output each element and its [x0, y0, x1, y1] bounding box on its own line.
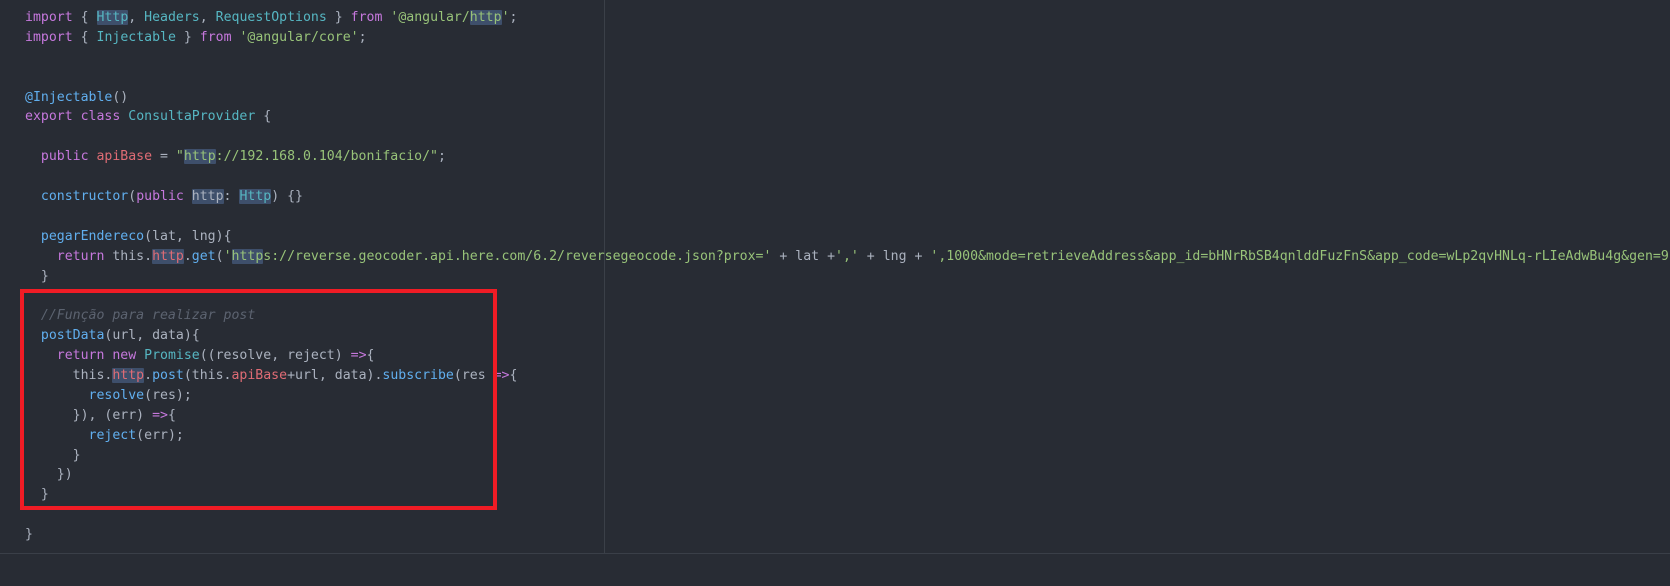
code-line[interactable]: } [0, 267, 1670, 287]
code-line[interactable]: return this.http.get('https://reverse.ge… [0, 247, 1670, 267]
token-url-arg: url [295, 368, 319, 384]
token-err-arg: err [144, 427, 168, 443]
code-line[interactable]: @Injectable() [0, 88, 1670, 108]
code-line[interactable]: }) [0, 465, 1670, 485]
code-line[interactable]: } [0, 485, 1670, 505]
token-export: export [25, 109, 73, 125]
token-pegar-endereco: pegarEndereco [40, 228, 145, 244]
token-this: this. [191, 368, 232, 384]
token-class-name: ConsultaProvider [128, 109, 256, 125]
token-new: new [112, 348, 137, 364]
code-line-blank[interactable] [0, 127, 1670, 147]
token-headers-type: Headers [144, 10, 200, 25]
token-lat-arg: lat [795, 248, 820, 264]
editor-bottom-divider [0, 553, 1670, 554]
token-this: this. [72, 368, 113, 384]
token-module-angular-http: '@angular/ [390, 10, 470, 25]
code-line[interactable]: reject(err); [0, 426, 1670, 446]
token-reject-call: reject [88, 427, 137, 443]
code-line[interactable]: } [0, 446, 1670, 466]
token-public: public [136, 189, 184, 205]
code-line[interactable]: return new Promise((resolve, reject) =>{ [0, 346, 1670, 366]
token-err-param: err [112, 407, 137, 423]
token-injectable-type: Injectable [96, 29, 176, 45]
token-post-data-method: postData [40, 328, 105, 344]
token-lng-arg: lng [882, 248, 907, 264]
token-res-arg: res [152, 387, 176, 403]
token-apibase-value: ://192.168.0.104/bonifacio/" [215, 149, 438, 165]
token-module-angular-core: '@angular/core' [239, 29, 359, 45]
token-arrow: => [350, 348, 367, 364]
token-http-type: Http [96, 10, 129, 25]
token-constructor: constructor [40, 189, 129, 205]
code-line[interactable]: import { Http, Headers, RequestOptions }… [0, 8, 1670, 28]
token-res-param: res [461, 368, 486, 384]
code-line[interactable]: } [0, 525, 1670, 545]
code-line[interactable]: resolve(res); [0, 386, 1670, 406]
token-public: public [40, 149, 89, 165]
token-lat-param: lat [152, 228, 176, 244]
token-arrow: => [152, 407, 168, 423]
token-request-options-type: RequestOptions [215, 10, 327, 25]
code-line-blank[interactable] [0, 286, 1670, 306]
token-geocoder-query-tail: ',1000&mode=retrieveAddress&app_id=bHNrR… [930, 248, 1670, 264]
token-data-arg: data [334, 368, 367, 384]
code-line[interactable]: //Função para realizar post [0, 306, 1670, 326]
code-editor[interactable]: import { Http, Headers, RequestOptions }… [0, 0, 1670, 586]
token-from: from [199, 29, 232, 45]
source-code-viewport[interactable]: import { Http, Headers, RequestOptions }… [0, 0, 1670, 545]
token-this-http-match: http [112, 368, 145, 384]
code-line-blank[interactable] [0, 48, 1670, 68]
token-this-http-match: http [152, 248, 184, 264]
token-data-param: data [152, 328, 184, 344]
code-line[interactable]: postData(url, data){ [0, 326, 1670, 346]
token-http-type-match: Http [239, 189, 272, 205]
token-url-param: url [112, 328, 137, 344]
code-line-blank[interactable] [0, 505, 1670, 525]
token-reject-param: reject [287, 348, 335, 364]
token-injectable-decorator: @Injectable [25, 89, 113, 105]
code-line[interactable]: this.http.post(this.apiBase+url, data).s… [0, 366, 1670, 386]
token-from: from [350, 10, 383, 25]
token-class: class [80, 109, 121, 125]
token-return: return [56, 248, 105, 264]
token-http-module-match: http [469, 10, 502, 25]
token-arrow: => [493, 368, 510, 384]
code-line[interactable]: public apiBase = "http://192.168.0.104/b… [0, 147, 1670, 167]
code-line[interactable]: import { Injectable } from '@angular/cor… [0, 28, 1670, 48]
token-post-method: post [152, 368, 184, 384]
token-lng-param: lng [191, 228, 216, 244]
token-http-param-match: http [191, 189, 224, 205]
code-line[interactable]: }), (err) =>{ [0, 406, 1670, 426]
token-https-match: http [231, 248, 264, 264]
token-promise-type: Promise [144, 348, 200, 364]
token-this: this. [112, 248, 153, 264]
token-get-method: get [191, 248, 216, 264]
token-resolve-param: resolve [215, 348, 272, 364]
token-import: import [25, 10, 73, 25]
token-subscribe-method: subscribe [382, 368, 454, 384]
token-apibase-ref: apiBase [231, 368, 288, 384]
code-line-blank[interactable] [0, 68, 1670, 88]
token-http-scheme-match: http [183, 149, 216, 165]
code-line-blank[interactable] [0, 207, 1670, 227]
token-return: return [56, 348, 105, 364]
token-comment-post: //Função para realizar post [40, 308, 256, 324]
code-line-blank[interactable] [0, 167, 1670, 187]
token-resolve-call: resolve [88, 387, 145, 403]
code-line[interactable]: pegarEndereco(lat, lng){ [0, 227, 1670, 247]
token-apibase-declaration: apiBase [96, 149, 153, 165]
code-line[interactable]: constructor(public http: Http) {} [0, 187, 1670, 207]
token-geocoder-url: s://reverse.geocoder.api.here.com/6.2/re… [263, 248, 772, 264]
code-line[interactable]: export class ConsultaProvider { [0, 107, 1670, 127]
token-import: import [25, 29, 73, 45]
